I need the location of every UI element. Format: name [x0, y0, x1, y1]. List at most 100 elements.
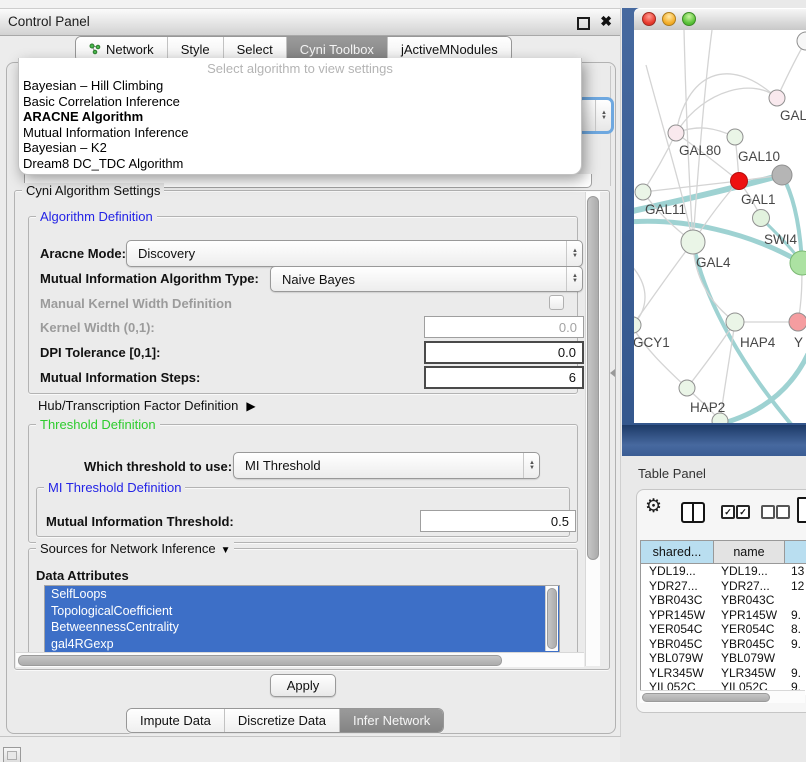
mi-type-combo[interactable]: Naive Bayes ▲▼ — [270, 266, 583, 292]
document-icon[interactable] — [797, 497, 806, 523]
network-node-y[interactable] — [789, 313, 806, 331]
network-node[interactable] — [790, 251, 806, 275]
control-panel-titlebar: Control Panel ✖ — [0, 8, 620, 36]
minimize-button[interactable] — [662, 12, 676, 26]
table-panel: ⚙ ✓ ✓ shared...name YDL19...YDL19...13YD… — [636, 489, 806, 713]
checked-box-icon[interactable]: ✓ — [736, 505, 750, 519]
close-button[interactable] — [642, 12, 656, 26]
table-cell: YDL19... — [713, 564, 783, 579]
hub-definition-label: Hub/Transcription Factor Definition — [38, 398, 238, 413]
network-node-gal80[interactable] — [668, 125, 684, 141]
column-header-partial[interactable] — [785, 541, 806, 563]
network-icon — [89, 43, 101, 55]
sources-title[interactable]: Sources for Network Inference▼ — [36, 541, 234, 556]
bottom-tab-label: Impute Data — [140, 713, 211, 728]
attribute-selfloops[interactable]: SelfLoops — [45, 586, 559, 603]
attributes-scrollbar[interactable] — [545, 586, 558, 651]
gear-icon[interactable]: ⚙ — [645, 497, 662, 516]
table-cell: YDR27... — [641, 579, 713, 594]
network-node-gcy1[interactable] — [634, 317, 641, 333]
algorithm-dropdown-prompt: Select algorithm to view settings — [19, 58, 581, 78]
network-node-gal4[interactable] — [681, 230, 705, 254]
dpi-tolerance-label: DPI Tolerance [0,1]: — [40, 345, 160, 360]
table-row[interactable]: YPR145WYPR145W9. — [641, 608, 806, 623]
network-canvas[interactable]: GALGAL80GAL10GAL1GAL11SWI4GAL4GCY1HAP4YH… — [634, 30, 806, 423]
column-header-shared[interactable]: shared... — [641, 541, 714, 563]
control-panel-title: Control Panel — [8, 9, 90, 34]
tab-label: jActiveMNodules — [401, 42, 498, 57]
algorithm-option-bayesian-hill-climbing[interactable]: Bayesian – Hill Climbing — [19, 78, 581, 94]
network-node[interactable] — [797, 32, 806, 50]
checked-box-icon[interactable]: ✓ — [721, 505, 735, 519]
attribute-gal4rgexp[interactable]: gal4RGexp — [45, 636, 559, 653]
algorithm-option-bayesian-k2[interactable]: Bayesian – K2 — [19, 140, 581, 156]
bottom-tab-impute-data[interactable]: Impute Data — [127, 709, 224, 732]
settings-horizontal-scrollbar[interactable] — [16, 652, 584, 667]
close-panel-icon[interactable]: ✖ — [600, 13, 612, 30]
attributes-scrollbar-thumb[interactable] — [547, 588, 557, 649]
table-horizontal-scrollbar-thumb[interactable] — [642, 693, 770, 702]
network-node-hap2[interactable] — [679, 380, 695, 396]
settings-vertical-scrollbar[interactable] — [585, 192, 600, 666]
float-window-icon[interactable] — [577, 17, 590, 30]
network-edge — [643, 133, 676, 192]
table-cell: YPR145W — [713, 608, 783, 623]
table-row[interactable]: YBR043CYBR043C — [641, 593, 806, 608]
network-node-hap4[interactable] — [726, 313, 744, 331]
network-node-gal1[interactable] — [731, 173, 748, 190]
algorithm-option-basic-correlation-inference[interactable]: Basic Correlation Inference — [19, 94, 581, 110]
table-row[interactable]: YER054CYER054C8. — [641, 622, 806, 637]
algorithm-option-aracne-algorithm[interactable]: ARACNE Algorithm — [19, 109, 581, 125]
splitpane-handle-icon[interactable] — [610, 369, 615, 377]
hub-definition-toggle[interactable]: Hub/Transcription Factor Definition ▶ — [38, 398, 256, 413]
apply-button[interactable]: Apply — [270, 674, 336, 697]
spinner-arrows-icon: ▲▼ — [566, 241, 578, 266]
network-node-gal10[interactable] — [727, 129, 743, 145]
network-node-gal11[interactable] — [635, 184, 651, 200]
aracne-mode-combo[interactable]: Discovery ▲▼ — [126, 240, 583, 267]
mi-steps-field[interactable]: 6 — [424, 366, 584, 389]
network-node-label: GAL4 — [696, 255, 731, 270]
column-header-name[interactable]: name — [714, 541, 785, 563]
split-columns-icon[interactable] — [681, 502, 705, 523]
network-node-swi4[interactable] — [753, 210, 770, 227]
network-edge — [676, 88, 777, 133]
mi-steps-label: Mutual Information Steps: — [40, 370, 200, 385]
manual-kernel-checkbox[interactable] — [549, 295, 564, 310]
bottom-tab-discretize-data[interactable]: Discretize Data — [224, 709, 339, 732]
collapsed-panel-glyph — [7, 751, 17, 760]
algorithm-option-mutual-information-inference[interactable]: Mutual Information Inference — [19, 125, 581, 141]
unchecked-box-icon[interactable] — [776, 505, 790, 519]
tab-label: Cyni Toolbox — [300, 42, 374, 57]
bottom-tab-label: Infer Network — [353, 713, 430, 728]
table-row[interactable]: YDR27...YDR27...12 — [641, 579, 806, 594]
table-row[interactable]: YLR345WYLR345W9. — [641, 666, 806, 681]
unchecked-box-icon[interactable] — [761, 505, 775, 519]
mi-threshold-field[interactable]: 0.5 — [420, 510, 576, 532]
table-cell: YBR045C — [713, 637, 783, 652]
tab-label: Select — [237, 42, 273, 57]
table-row[interactable]: YBR045CYBR045C9. — [641, 637, 806, 652]
table-row[interactable]: YDL19...YDL19...13 — [641, 564, 806, 579]
network-node-label: Y — [794, 335, 803, 350]
table-horizontal-scrollbar[interactable] — [640, 690, 805, 703]
network-node-label: GAL80 — [679, 143, 721, 158]
network-edge — [777, 41, 806, 98]
network-node-label: GAL11 — [645, 202, 686, 217]
expand-right-icon: ▶ — [246, 399, 255, 413]
zoom-button[interactable] — [682, 12, 696, 26]
attribute-topologicalcoefficient[interactable]: TopologicalCoefficient — [45, 603, 559, 620]
dpi-tolerance-field[interactable]: 0.0 — [424, 341, 584, 364]
algorithm-option-dream8-dc-tdc-algorithm[interactable]: Dream8 DC_TDC Algorithm — [19, 156, 581, 172]
settings-horizontal-scrollbar-thumb[interactable] — [18, 655, 502, 666]
spinner-arrows-icon: ▲▼ — [566, 267, 578, 291]
collapsed-panel-icon[interactable] — [3, 747, 21, 762]
network-node[interactable] — [772, 165, 792, 185]
which-threshold-combo[interactable]: MI Threshold ▲▼ — [233, 452, 540, 479]
network-node-gal[interactable] — [769, 90, 785, 106]
settings-vertical-scrollbar-thumb[interactable] — [587, 196, 599, 560]
network-window-titlebar[interactable] — [634, 8, 806, 31]
bottom-tab-infer-network[interactable]: Infer Network — [339, 709, 443, 732]
table-row[interactable]: YBL079WYBL079W — [641, 651, 806, 666]
attribute-betweennesscentrality[interactable]: BetweennessCentrality — [45, 619, 559, 636]
